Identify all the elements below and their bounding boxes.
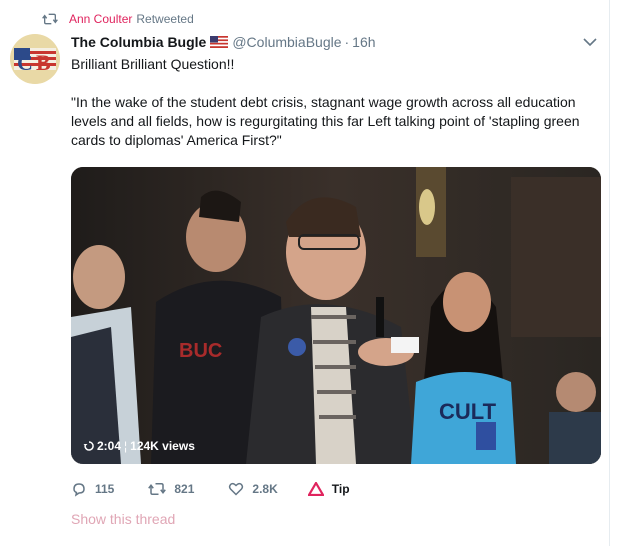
- user-handle[interactable]: @ColumbiaBugle: [232, 34, 341, 50]
- tweet-text: Brilliant Brilliant Question!! "In the w…: [71, 55, 591, 150]
- separator-dot: ·: [344, 34, 350, 50]
- tweet-text-line: Brilliant Brilliant Question!!: [71, 56, 235, 72]
- shirt-text: CULT: [439, 399, 497, 424]
- columbia-bugle-logo: C B: [10, 34, 60, 84]
- svg-text:BUC: BUC: [179, 340, 222, 362]
- replay-icon: [83, 441, 94, 451]
- svg-text:B: B: [36, 50, 51, 75]
- retweet-icon: [148, 483, 167, 495]
- svg-text:C: C: [17, 50, 33, 75]
- reply-icon: [73, 483, 85, 497]
- display-name[interactable]: The Columbia Bugle: [71, 34, 206, 50]
- retweet-context: Ann Coulter Retweeted: [42, 11, 194, 27]
- avatar[interactable]: C B: [10, 34, 60, 84]
- retweeted-label: Retweeted: [136, 12, 194, 26]
- like-button[interactable]: 2.8K: [228, 481, 278, 497]
- like-count: 2.8K: [252, 482, 278, 496]
- tweet-timestamp[interactable]: 16h: [352, 34, 375, 50]
- tweet-header: The Columbia Bugle @ColumbiaBugle · 16h: [71, 33, 376, 51]
- retweet-count: 821: [174, 482, 195, 496]
- tweet-actions: 115 821 2.8K Tip: [71, 480, 376, 498]
- tip-triangle-icon: [307, 482, 324, 496]
- video-player[interactable]: BUC CULT 2:04 ¦ 124K views: [71, 167, 601, 464]
- us-flag-icon: [210, 36, 229, 48]
- reply-button[interactable]: 115: [71, 481, 114, 497]
- reply-count: 115: [95, 482, 115, 496]
- video-views: 124K views: [130, 439, 195, 453]
- video-stats: 2:04 ¦ 124K views: [77, 437, 201, 455]
- tweet-text-quote: "In the wake of the student debt crisis,…: [71, 94, 580, 148]
- retweet-button[interactable]: 821: [148, 481, 194, 497]
- tip-label: Tip: [331, 482, 350, 496]
- chevron-down-icon[interactable]: [582, 36, 598, 48]
- retweet-icon: [42, 13, 58, 25]
- tip-button[interactable]: Tip: [307, 482, 350, 496]
- show-thread-link[interactable]: Show this thread: [71, 511, 175, 527]
- retweeter-name-link[interactable]: Ann Coulter: [69, 12, 132, 26]
- video-duration: 2:04: [97, 439, 122, 453]
- heart-icon: [229, 482, 244, 496]
- video-thumbnail: BUC CULT: [71, 167, 601, 464]
